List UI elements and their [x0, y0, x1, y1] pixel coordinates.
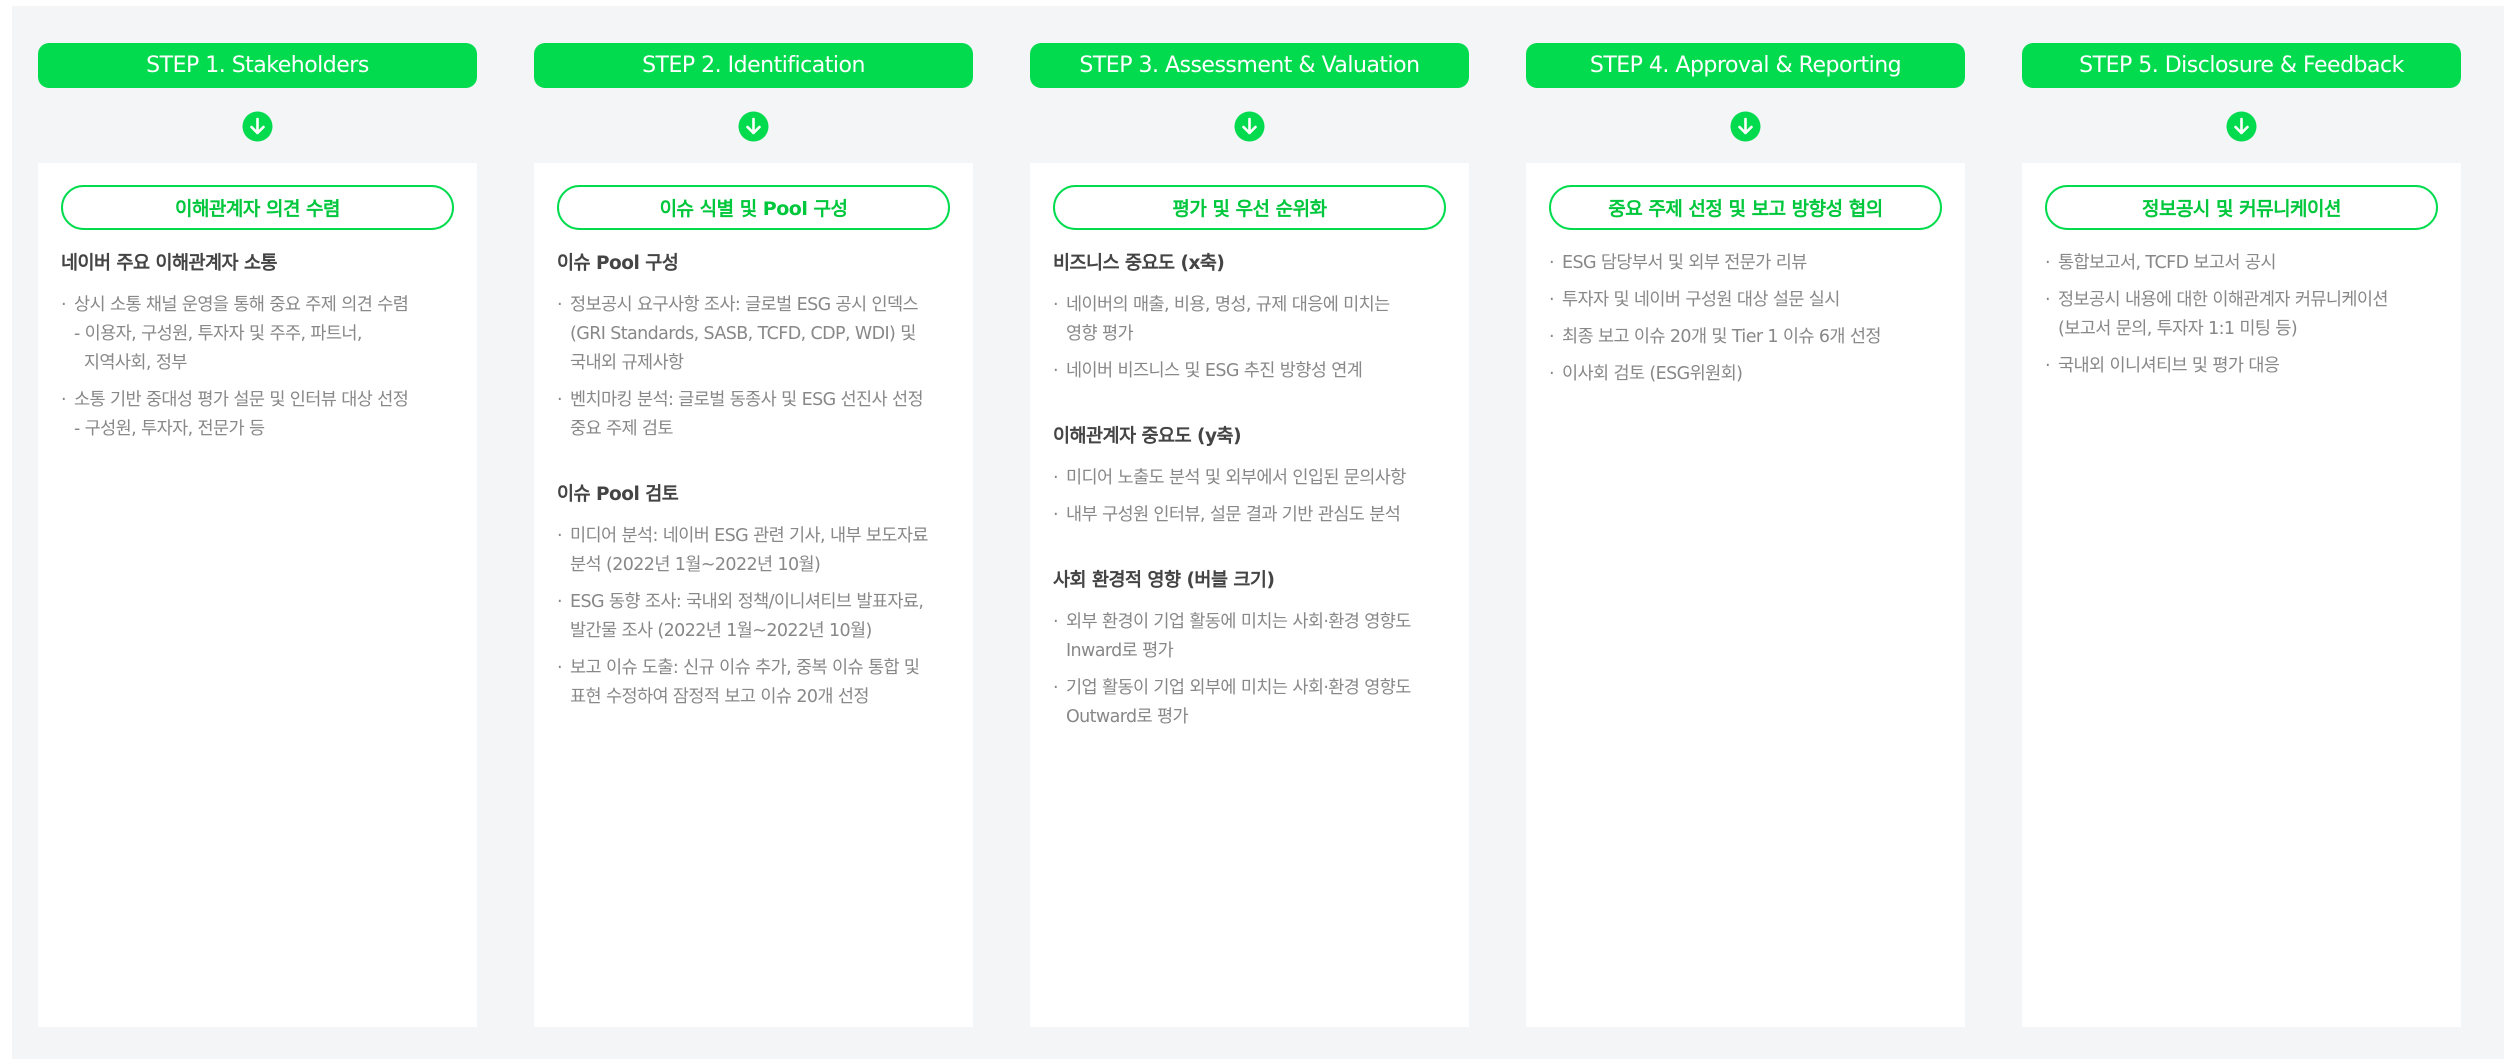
bullet-line: 기업 활동이 기업 외부에 미치는 사회·환경 영향도 — [1066, 678, 1411, 698]
bullet-item: 최종 보고 이슈 20개 및 Tier 1 이슈 6개 선정 — [1549, 323, 1951, 352]
step-box-title: 이해관계자 의견 수렴 — [61, 185, 454, 230]
bullet-line: ESG 담당부서 및 외부 전문가 리뷰 — [1562, 253, 1807, 273]
bullet-line: ESG 동향 조사: 국내외 정책/이니셔티브 발표자료, — [570, 592, 924, 612]
step-content: ESG 담당부서 및 외부 전문가 리뷰투자자 및 네이버 구성원 대상 설문 … — [1549, 249, 1951, 425]
step-box-title: 이슈 식별 및 Pool 구성 — [557, 185, 950, 230]
step-box-title: 정보공시 및 커뮤니케이션 — [2045, 185, 2438, 230]
bullet-line: 네이버의 매출, 비용, 명성, 규제 대응에 미치는 — [1066, 295, 1390, 315]
bullet-line: 투자자 및 네이버 구성원 대상 설문 실시 — [1562, 290, 1840, 310]
step-content: 이슈 Pool 구성정보공시 요구사항 조사: 글로벌 ESG 공시 인덱스 (G… — [557, 249, 959, 748]
arrow-down-circle-icon — [1234, 111, 1265, 142]
bullet-item: ESG 담당부서 및 외부 전문가 리뷰 — [1549, 249, 1951, 278]
bullet-item: 내부 구성원 인터뷰, 설문 결과 기반 관심도 분석 — [1053, 501, 1455, 530]
bullet-line: (GRI Standards, SASB, TCFD, CDP, WDI) 및 — [570, 324, 916, 344]
content-section: 사회 환경적 영향 (버블 크기) 외부 환경이 기업 활동에 미치는 사회·환경… — [1053, 566, 1455, 732]
bullet-line: 최종 보고 이슈 20개 및 Tier 1 이슈 6개 선정 — [1562, 327, 1881, 347]
bullet-line: 보고 이슈 도출: 신규 이슈 추가, 중복 이슈 통합 및 — [570, 658, 920, 678]
sub-bullet-line: - 이용자, 구성원, 투자자 및 주주, 파트너, — [74, 324, 362, 344]
bullet-line: 표현 수정하여 잠정적 보고 이슈 20개 선정 — [570, 687, 869, 707]
bullet-line: (보고서 문의, 투자자 1:1 미팅 등) — [2058, 319, 2298, 339]
bullet-line: 내부 구성원 인터뷰, 설문 결과 기반 관심도 분석 — [1066, 505, 1401, 525]
bullet-item: ESG 동향 조사: 국내외 정책/이니셔티브 발표자료, 발간물 조사 (202… — [557, 588, 959, 646]
bullet-line: 벤치마킹 분석: 글로벌 동종사 및 ESG 선진사 선정 — [570, 390, 924, 410]
bullet-line: 정보공시 요구사항 조사: 글로벌 ESG 공시 인덱스 — [570, 295, 919, 315]
section-title: 네이버 주요 이해관계자 소통 — [61, 253, 278, 274]
bullet-item: 소통 기반 중대성 평가 설문 및 인터뷰 대상 선정 — [61, 386, 463, 415]
sub-bullet: - 구성원, 투자자, 전문가 등 — [61, 415, 463, 444]
bullet-line: 국내외 이니셔티브 및 평가 대응 — [2058, 356, 2280, 376]
bullet-line: 상시 소통 채널 운영을 통해 중요 주제 의견 수렴 — [74, 295, 409, 315]
content-section: 이슈 Pool 검토미디어 분석: 네이버 ESG 관련 기사, 내부 보도자료… — [557, 480, 959, 712]
content-section: 통합보고서, TCFD 보고서 공시정보공시 내용에 대한 이해관계자 커뮤니케… — [2045, 249, 2447, 381]
bullet-item: 상시 소통 채널 운영을 통해 중요 주제 의견 수렴 — [61, 291, 463, 320]
bullet-line: 외부 환경이 기업 활동에 미치는 사회·환경 영향도 — [1066, 612, 1411, 632]
step-content: 통합보고서, TCFD 보고서 공시정보공시 내용에 대한 이해관계자 커뮤니케… — [2045, 249, 2447, 417]
content-section: 네이버 주요 이해관계자 소통상시 소통 채널 운영을 통해 중요 주제 의견 … — [61, 249, 463, 444]
sub-bullet: - 이용자, 구성원, 투자자 및 주주, 파트너, 지역사회, 정부 — [61, 320, 463, 378]
bullet-line: Inward로 평가 — [1066, 641, 1174, 661]
sub-bullet-line: - 구성원, 투자자, 전문가 등 — [74, 419, 265, 439]
content-section: 이해관계자 중요도 (y축) 미디어 노출도 분석 및 외부에서 인입된 문의사항… — [1053, 422, 1455, 530]
step-card: 중요 주제 선정 및 보고 방향성 협의 ESG 담당부서 및 외부 전문가 리뷰… — [1526, 163, 1965, 1027]
bullet-item: 통합보고서, TCFD 보고서 공시 — [2045, 249, 2447, 278]
bullet-line: 발간물 조사 (2022년 1월~2022년 10월) — [570, 621, 872, 641]
bullet-line: 영향 평가 — [1066, 324, 1134, 344]
content-section: 이슈 Pool 구성정보공시 요구사항 조사: 글로벌 ESG 공시 인덱스 (G… — [557, 249, 959, 444]
arrow-down-circle-icon — [1730, 111, 1761, 142]
step-header: STEP 2. Identification — [534, 43, 973, 88]
bullet-line: 소통 기반 중대성 평가 설문 및 인터뷰 대상 선정 — [74, 390, 409, 410]
step-header: STEP 3. Assessment & Valuation — [1030, 43, 1469, 88]
bullet-line: 미디어 노출도 분석 및 외부에서 인입된 문의사항 — [1066, 468, 1406, 488]
bullet-line: 이사회 검토 (ESG위원회) — [1562, 364, 1743, 384]
bullet-line: 네이버 비즈니스 및 ESG 추진 방향성 연계 — [1066, 361, 1363, 381]
step-content: 비즈니스 중요도 (x축) 네이버의 매출, 비용, 명성, 규제 대응에 미치는… — [1053, 249, 1455, 768]
section-title: 이해관계자 중요도 (y축) — [1053, 426, 1242, 447]
step-header: STEP 5. Disclosure & Feedback — [2022, 43, 2461, 88]
bullet-line: 정보공시 내용에 대한 이해관계자 커뮤니케이션 — [2058, 290, 2388, 310]
section-title: 이슈 Pool 검토 — [557, 484, 679, 505]
section-title: 이슈 Pool 구성 — [557, 253, 679, 274]
step-header: STEP 4. Approval & Reporting — [1526, 43, 1965, 88]
step-box-title: 중요 주제 선정 및 보고 방향성 협의 — [1549, 185, 1942, 230]
step-box-title: 평가 및 우선 순위화 — [1053, 185, 1446, 230]
bullet-item: 미디어 분석: 네이버 ESG 관련 기사, 내부 보도자료분석 (2022년 … — [557, 522, 959, 580]
bullet-line: 통합보고서, TCFD 보고서 공시 — [2058, 253, 2276, 273]
bullet-line: 중요 주제 검토 — [570, 419, 674, 439]
arrow-down-circle-icon — [738, 111, 769, 142]
bullet-line: 국내외 규제사항 — [570, 353, 684, 373]
bullet-item: 국내외 이니셔티브 및 평가 대응 — [2045, 352, 2447, 381]
content-section: ESG 담당부서 및 외부 전문가 리뷰투자자 및 네이버 구성원 대상 설문 … — [1549, 249, 1951, 389]
bullet-item: 벤치마킹 분석: 글로벌 동종사 및 ESG 선진사 선정중요 주제 검토 — [557, 386, 959, 444]
arrow-down-circle-icon — [2226, 111, 2257, 142]
bullet-line: Outward로 평가 — [1066, 707, 1189, 727]
bullet-item: 네이버 비즈니스 및 ESG 추진 방향성 연계 — [1053, 357, 1455, 386]
step-card: 정보공시 및 커뮤니케이션통합보고서, TCFD 보고서 공시정보공시 내용에 … — [2022, 163, 2461, 1027]
arrow-down-circle-icon — [242, 111, 273, 142]
bullet-item: 네이버의 매출, 비용, 명성, 규제 대응에 미치는영향 평가 — [1053, 291, 1455, 349]
step-header: STEP 1. Stakeholders — [38, 43, 477, 88]
bullet-item: 이사회 검토 (ESG위원회) — [1549, 360, 1951, 389]
bullet-item: 투자자 및 네이버 구성원 대상 설문 실시 — [1549, 286, 1951, 315]
step-content: 네이버 주요 이해관계자 소통상시 소통 채널 운영을 통해 중요 주제 의견 … — [61, 249, 463, 480]
step-card: 평가 및 우선 순위화비즈니스 중요도 (x축) 네이버의 매출, 비용, 명성,… — [1030, 163, 1469, 1027]
process-diagram: STEP 1. Stakeholders 이해관계자 의견 수렴네이버 주요 이해… — [12, 6, 2504, 1059]
section-title: 비즈니스 중요도 (x축) — [1053, 253, 1225, 274]
bullet-line: 분석 (2022년 1월~2022년 10월) — [570, 555, 821, 575]
bullet-line: 미디어 분석: 네이버 ESG 관련 기사, 내부 보도자료 — [570, 526, 929, 546]
bullet-item: 미디어 노출도 분석 및 외부에서 인입된 문의사항 — [1053, 464, 1455, 493]
bullet-item: 정보공시 내용에 대한 이해관계자 커뮤니케이션 (보고서 문의, 투자자 1:1… — [2045, 286, 2447, 344]
step-card: 이해관계자 의견 수렴네이버 주요 이해관계자 소통상시 소통 채널 운영을 통… — [38, 163, 477, 1027]
bullet-item: 정보공시 요구사항 조사: 글로벌 ESG 공시 인덱스 (GRI Standar… — [557, 291, 959, 378]
bullet-item: 기업 활동이 기업 외부에 미치는 사회·환경 영향도 Outward로 평가 — [1053, 674, 1455, 732]
section-title: 사회 환경적 영향 (버블 크기) — [1053, 570, 1275, 591]
sub-bullet-line: 지역사회, 정부 — [74, 353, 188, 373]
bullet-item: 외부 환경이 기업 활동에 미치는 사회·환경 영향도 Inward로 평가 — [1053, 608, 1455, 666]
content-section: 비즈니스 중요도 (x축) 네이버의 매출, 비용, 명성, 규제 대응에 미치는… — [1053, 249, 1455, 386]
bullet-item: 보고 이슈 도출: 신규 이슈 추가, 중복 이슈 통합 및표현 수정하여 잠정… — [557, 654, 959, 712]
step-card: 이슈 식별 및 Pool 구성이슈 Pool 구성정보공시 요구사항 조사: 글… — [534, 163, 973, 1027]
